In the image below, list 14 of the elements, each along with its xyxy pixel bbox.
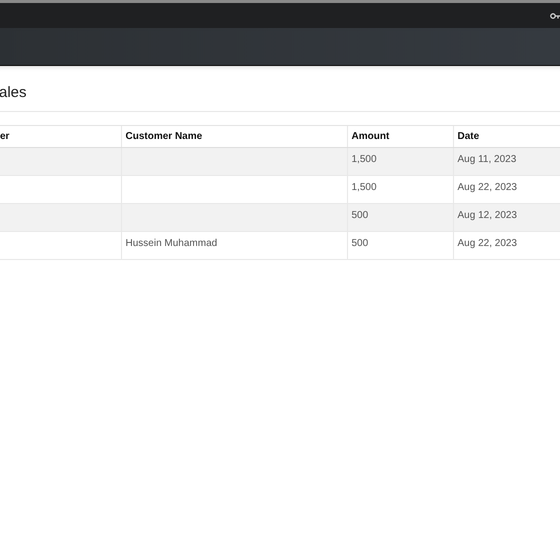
table-cell: 1,500 <box>352 182 377 193</box>
column-header[interactable]: Customer Name <box>121 126 347 148</box>
key-icon[interactable] <box>550 12 560 20</box>
table-cell: Aug 12, 2023 <box>458 210 517 221</box>
table-cell: 500 <box>352 210 368 221</box>
table-cell: 500 <box>352 238 368 249</box>
column-header[interactable]: Amount <box>347 126 453 148</box>
table-cell: Hussein Muhammad <box>126 238 218 249</box>
column-header[interactable]: Date <box>453 126 560 148</box>
table-cell: 1,500 <box>352 154 377 165</box>
page-title: ales <box>0 84 27 101</box>
table-cell: Aug 11, 2023 <box>458 154 516 165</box>
table-cell: Aug 22, 2023 <box>458 182 517 193</box>
table-cell: Aug 22, 2023 <box>458 238 517 249</box>
